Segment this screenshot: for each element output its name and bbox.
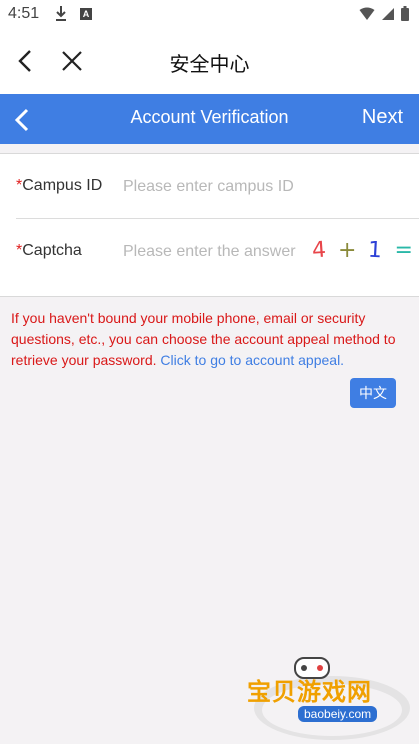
verification-form: *Campus ID *Captcha 4 +1 =	[0, 153, 419, 297]
captcha-label: *Captcha	[16, 242, 82, 260]
captcha-char: =	[394, 238, 413, 263]
header-title: Account Verification	[130, 107, 289, 127]
signal-icon	[382, 7, 394, 20]
font-icon: A	[80, 8, 92, 20]
wifi-icon	[359, 7, 375, 20]
status-bar: 4:51 A	[0, 0, 419, 30]
page-title: 安全中心	[169, 54, 250, 76]
app-bar: 安全中心	[0, 30, 419, 94]
account-appeal-link[interactable]: Click to go to account appeal.	[160, 352, 344, 368]
status-time: 4:51	[8, 5, 40, 22]
recovery-notice: If you haven't bound your mobile phone, …	[11, 308, 409, 371]
watermark-text: 宝贝游戏网	[247, 678, 372, 706]
captcha-row: *Captcha 4 +1 =	[16, 219, 419, 283]
language-toggle-button[interactable]: 中文	[350, 378, 396, 408]
campus-id-label-text: Campus ID	[22, 177, 103, 194]
watermark-url: baobeiy.com	[298, 706, 378, 722]
captcha-char: 4	[311, 237, 327, 264]
captcha-char: 1	[367, 237, 384, 264]
campus-id-row: *Campus ID	[16, 154, 419, 219]
battery-icon	[401, 6, 409, 21]
web-header: Account Verification Next	[0, 94, 419, 144]
captcha-image[interactable]: 4 +1 =	[311, 237, 413, 264]
captcha-char: +	[338, 238, 357, 263]
next-button[interactable]: Next	[362, 106, 403, 129]
campus-id-input[interactable]	[123, 176, 363, 198]
captcha-input[interactable]	[123, 241, 303, 263]
download-icon	[56, 6, 66, 21]
captcha-label-text: Captcha	[22, 242, 82, 259]
campus-id-label: *Campus ID	[16, 177, 102, 195]
